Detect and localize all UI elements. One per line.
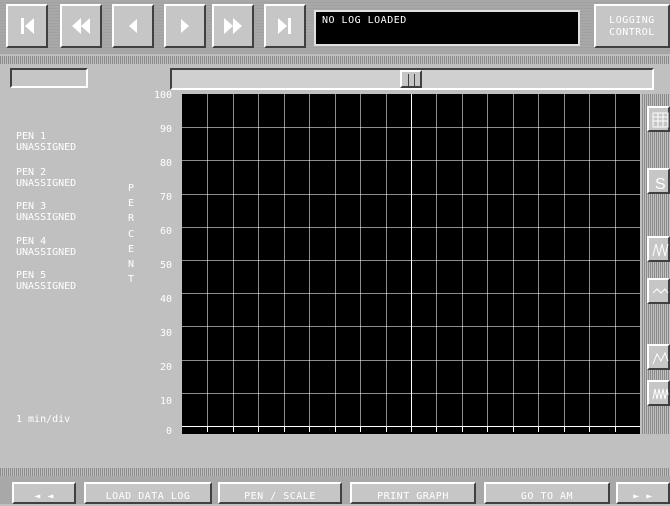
pen-status: UNASSIGNED bbox=[16, 178, 77, 189]
time-readout bbox=[10, 68, 88, 88]
pen-name: PEN 3 bbox=[16, 201, 47, 212]
s-letter-icon: S bbox=[655, 176, 666, 193]
y-axis-label-letter: N bbox=[127, 259, 135, 271]
scrollbar-thumb[interactable] bbox=[400, 70, 422, 88]
play-button[interactable] bbox=[164, 4, 206, 48]
fast-forward-icon bbox=[224, 18, 242, 34]
page-next-button[interactable]: ► ► bbox=[616, 482, 670, 504]
y-tick: 100 bbox=[153, 90, 172, 101]
load-data-log-label: LOAD DATA LOG bbox=[105, 491, 191, 502]
y-tick: 30 bbox=[159, 328, 172, 339]
y-tick: 10 bbox=[159, 396, 172, 407]
graph-grid bbox=[182, 94, 640, 432]
first-button[interactable] bbox=[6, 4, 48, 48]
pen-status: UNASSIGNED bbox=[16, 212, 77, 223]
pen-4-label[interactable]: PEN 4 UNASSIGNED bbox=[16, 236, 76, 258]
waveform-button-3[interactable] bbox=[647, 344, 670, 370]
pen-name: PEN 4 bbox=[16, 236, 47, 247]
y-tick: 0 bbox=[165, 426, 172, 437]
step-back-button[interactable] bbox=[112, 4, 154, 48]
y-tick: 50 bbox=[159, 260, 172, 271]
pen-status: UNASSIGNED bbox=[16, 247, 77, 258]
time-scale-label: 1 min/div bbox=[16, 414, 71, 425]
logging-control-line1: LOGGING bbox=[609, 15, 655, 26]
print-graph-label: PRINT GRAPH bbox=[377, 491, 449, 502]
smooth-wave-icon bbox=[652, 288, 669, 294]
waveform-button-2[interactable] bbox=[647, 278, 670, 304]
pen-scale-button[interactable]: PEN / SCALE bbox=[218, 482, 342, 504]
pen-scale-label: PEN / SCALE bbox=[244, 491, 316, 502]
logging-control-line2: CONTROL bbox=[609, 27, 655, 38]
top-divider bbox=[0, 56, 670, 64]
y-axis-label-letter: P bbox=[127, 183, 135, 194]
play-icon bbox=[181, 19, 189, 33]
table-view-button[interactable] bbox=[647, 106, 670, 132]
page-prev-label: ◄ ◄ bbox=[34, 491, 54, 502]
y-axis-label-letter: T bbox=[127, 274, 135, 286]
y-axis-label: PERCENT bbox=[126, 181, 136, 287]
pen-status: UNASSIGNED bbox=[16, 142, 77, 153]
logging-control-button[interactable]: LOGGING CONTROL bbox=[594, 4, 670, 48]
step-back-icon bbox=[129, 19, 137, 33]
y-tick: 80 bbox=[159, 158, 172, 169]
trend-graph[interactable] bbox=[182, 94, 640, 434]
status-message: NO LOG LOADED bbox=[322, 15, 407, 26]
y-tick: 90 bbox=[159, 124, 172, 135]
rewind-button[interactable] bbox=[60, 4, 102, 48]
go-to-am-label: GO TO AM bbox=[520, 491, 574, 502]
skip-to-last-icon bbox=[278, 18, 291, 34]
bottom-divider bbox=[0, 468, 670, 476]
pen-2-label[interactable]: PEN 2 UNASSIGNED bbox=[16, 167, 76, 189]
peak-wave-icon bbox=[652, 351, 669, 365]
pen-name: PEN 5 bbox=[16, 270, 47, 281]
pen-1-label[interactable]: PEN 1 UNASSIGNED bbox=[16, 131, 76, 153]
page-prev-button[interactable]: ◄ ◄ bbox=[12, 482, 76, 504]
y-axis-label-letter: C bbox=[127, 228, 135, 240]
y-tick: 20 bbox=[159, 362, 172, 373]
y-tick: 60 bbox=[159, 226, 172, 237]
y-tick: 70 bbox=[159, 192, 172, 203]
go-to-am-button[interactable]: GO TO AM bbox=[484, 482, 610, 504]
pen-name: PEN 1 bbox=[16, 131, 47, 142]
pen-5-label[interactable]: PEN 5 UNASSIGNED bbox=[16, 270, 76, 292]
skip-to-first-icon bbox=[21, 18, 34, 34]
pen-3-label[interactable]: PEN 3 UNASSIGNED bbox=[16, 201, 76, 223]
dense-wave-icon bbox=[652, 388, 669, 400]
print-graph-button[interactable]: PRINT GRAPH bbox=[350, 482, 476, 504]
waveform-button-4[interactable] bbox=[647, 380, 670, 406]
y-axis-label-letter: E bbox=[127, 243, 135, 255]
waveform-button-1[interactable] bbox=[647, 236, 670, 262]
last-button[interactable] bbox=[264, 4, 306, 48]
y-axis-label-letter: R bbox=[127, 213, 135, 225]
scale-button[interactable]: S bbox=[647, 168, 670, 194]
zigzag-wave-icon bbox=[652, 243, 669, 257]
rewind-icon bbox=[72, 18, 90, 34]
fast-forward-button[interactable] bbox=[212, 4, 254, 48]
y-tick: 40 bbox=[159, 294, 172, 305]
status-display: NO LOG LOADED bbox=[314, 10, 580, 46]
pen-name: PEN 2 bbox=[16, 167, 47, 178]
table-icon bbox=[652, 112, 669, 128]
pen-status: UNASSIGNED bbox=[16, 281, 77, 292]
page-next-label: ► ► bbox=[633, 491, 653, 502]
svg-text:S: S bbox=[655, 176, 666, 193]
y-axis-label-letter: E bbox=[127, 198, 135, 210]
load-data-log-button[interactable]: LOAD DATA LOG bbox=[84, 482, 212, 504]
